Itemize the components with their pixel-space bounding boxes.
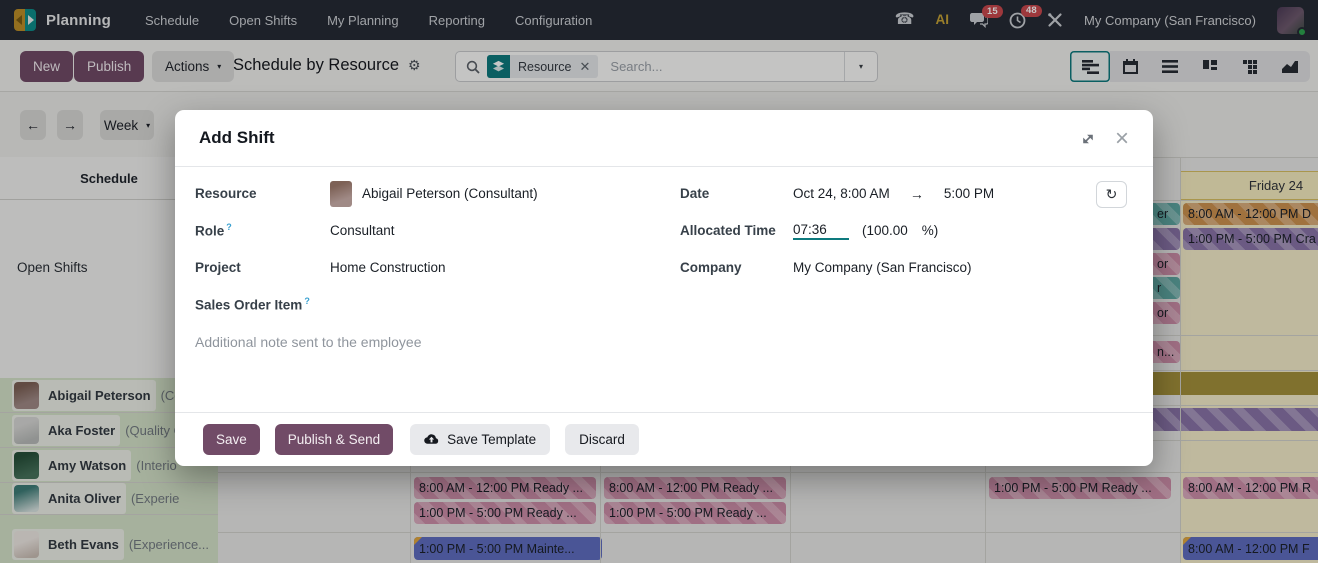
- allocated-time-field-label: Allocated Time: [680, 223, 793, 238]
- company-field-value[interactable]: My Company (San Francisco): [793, 260, 972, 275]
- save-template-button[interactable]: Save Template: [410, 424, 550, 455]
- role-field-value[interactable]: Consultant: [330, 223, 395, 238]
- save-button[interactable]: Save: [203, 424, 260, 455]
- allocated-percent-value[interactable]: (100.00: [862, 223, 908, 238]
- date-end-value[interactable]: 5:00 PM: [944, 186, 994, 201]
- allocated-percent-unit: %): [922, 223, 939, 238]
- date-field-label: Date: [680, 186, 793, 201]
- help-icon: ?: [226, 222, 232, 232]
- project-field-label: Project: [195, 260, 330, 275]
- arrow-right-icon: →: [910, 186, 924, 202]
- close-modal-button[interactable]: ×: [1115, 127, 1129, 151]
- note-input[interactable]: Additional note sent to the employee: [195, 334, 835, 350]
- recurrence-refresh-button[interactable]: ↻: [1096, 181, 1127, 208]
- planning-app-screen: Planning Schedule Open Shifts My Plannin…: [0, 0, 1318, 563]
- company-field-label: Company: [680, 260, 793, 275]
- expand-modal-button[interactable]: [1081, 132, 1095, 146]
- role-field-label: Role?: [195, 222, 330, 239]
- resource-field-label: Resource: [195, 186, 330, 201]
- date-start-value[interactable]: Oct 24, 8:00 AM: [793, 186, 890, 201]
- resource-field-value[interactable]: Abigail Peterson (Consultant): [330, 181, 538, 207]
- help-icon: ?: [304, 296, 310, 306]
- project-field-value[interactable]: Home Construction: [330, 260, 446, 275]
- resource-avatar-thumb: [330, 181, 352, 207]
- cloud-upload-icon: [424, 433, 439, 446]
- modal-title: Add Shift: [199, 128, 275, 148]
- allocated-time-input[interactable]: 07:36: [793, 222, 849, 240]
- add-shift-modal: Add Shift × Resource Abigail Peterson (C…: [175, 110, 1153, 466]
- publish-send-button[interactable]: Publish & Send: [275, 424, 393, 455]
- sales-order-item-field-label: Sales Order Item?: [195, 296, 330, 313]
- discard-button[interactable]: Discard: [565, 424, 639, 455]
